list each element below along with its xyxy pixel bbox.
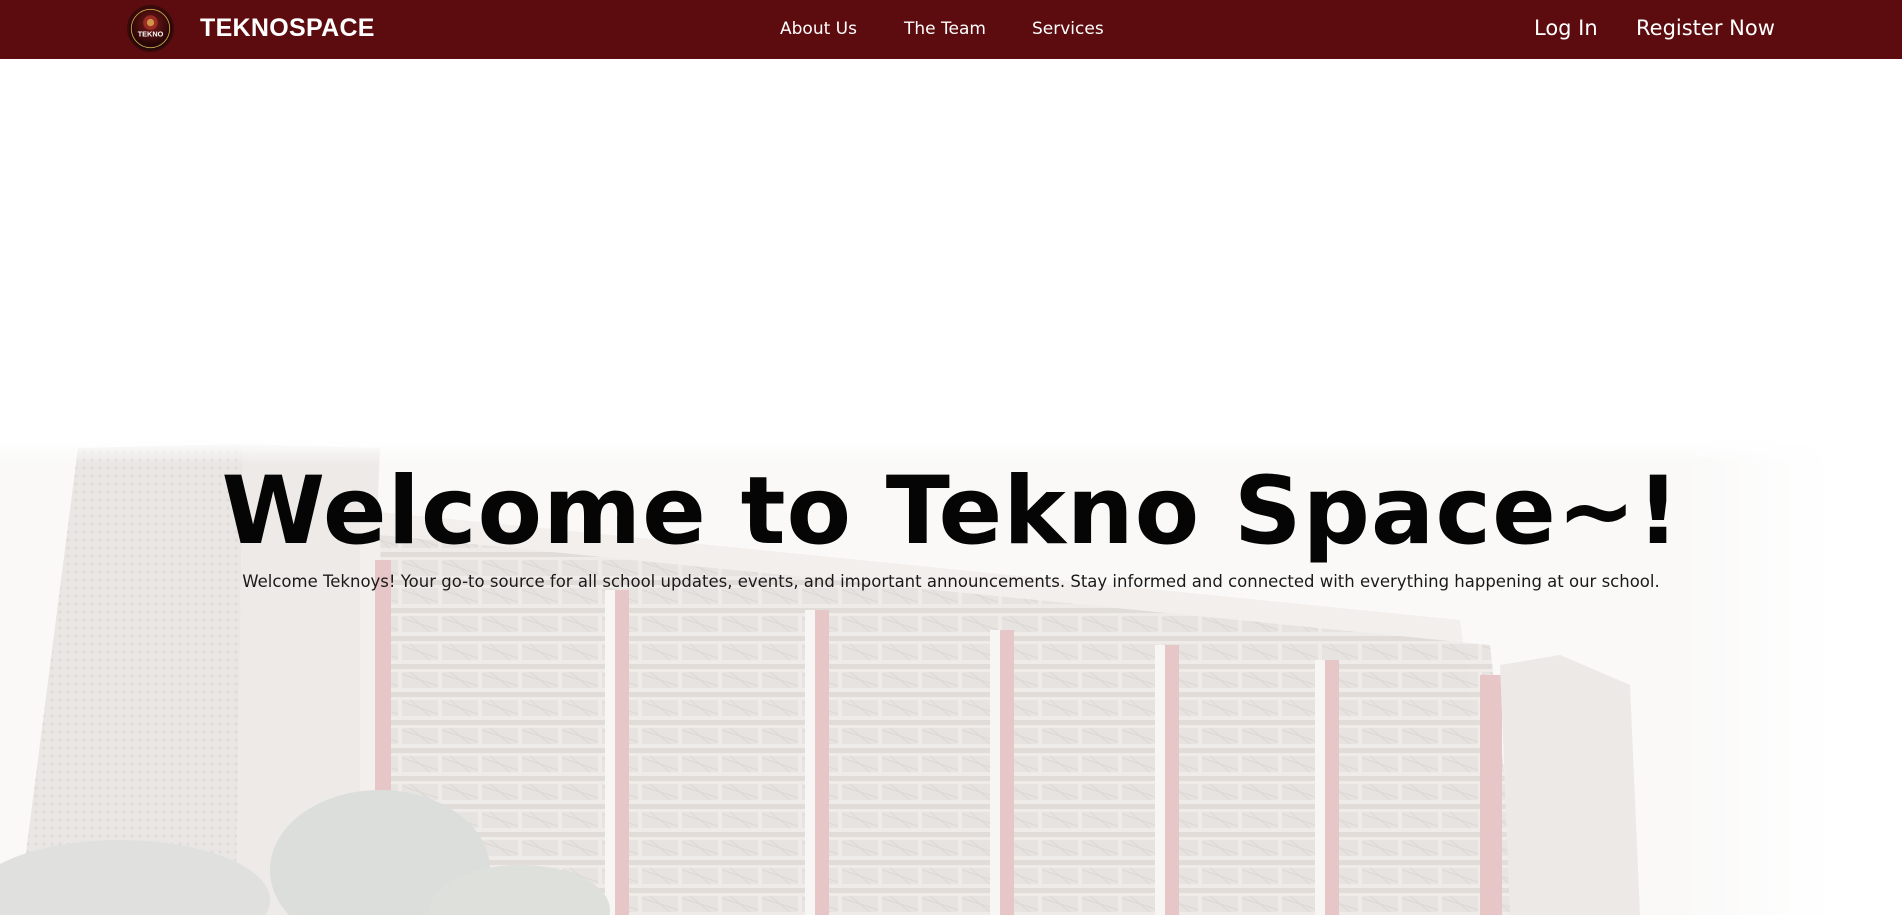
- register-link[interactable]: Register Now: [1636, 15, 1775, 41]
- top-navbar: TEKNO TEKNOSPACE About Us The Team Servi…: [0, 0, 1902, 59]
- school-seal-icon: TEKNO: [130, 8, 171, 49]
- school-logo[interactable]: TEKNO: [127, 5, 174, 52]
- nav-the-team[interactable]: The Team: [904, 18, 986, 40]
- nav-about-us[interactable]: About Us: [780, 18, 857, 40]
- brand-name[interactable]: TEKNOSPACE: [200, 13, 375, 43]
- nav-services[interactable]: Services: [1032, 18, 1104, 40]
- hero-subtitle: Welcome Teknoys! Your go-to source for a…: [242, 572, 1660, 591]
- hero-title: Welcome to Tekno Space~!: [221, 457, 1681, 566]
- login-link[interactable]: Log In: [1534, 15, 1598, 41]
- logo-text: TEKNO: [138, 29, 164, 38]
